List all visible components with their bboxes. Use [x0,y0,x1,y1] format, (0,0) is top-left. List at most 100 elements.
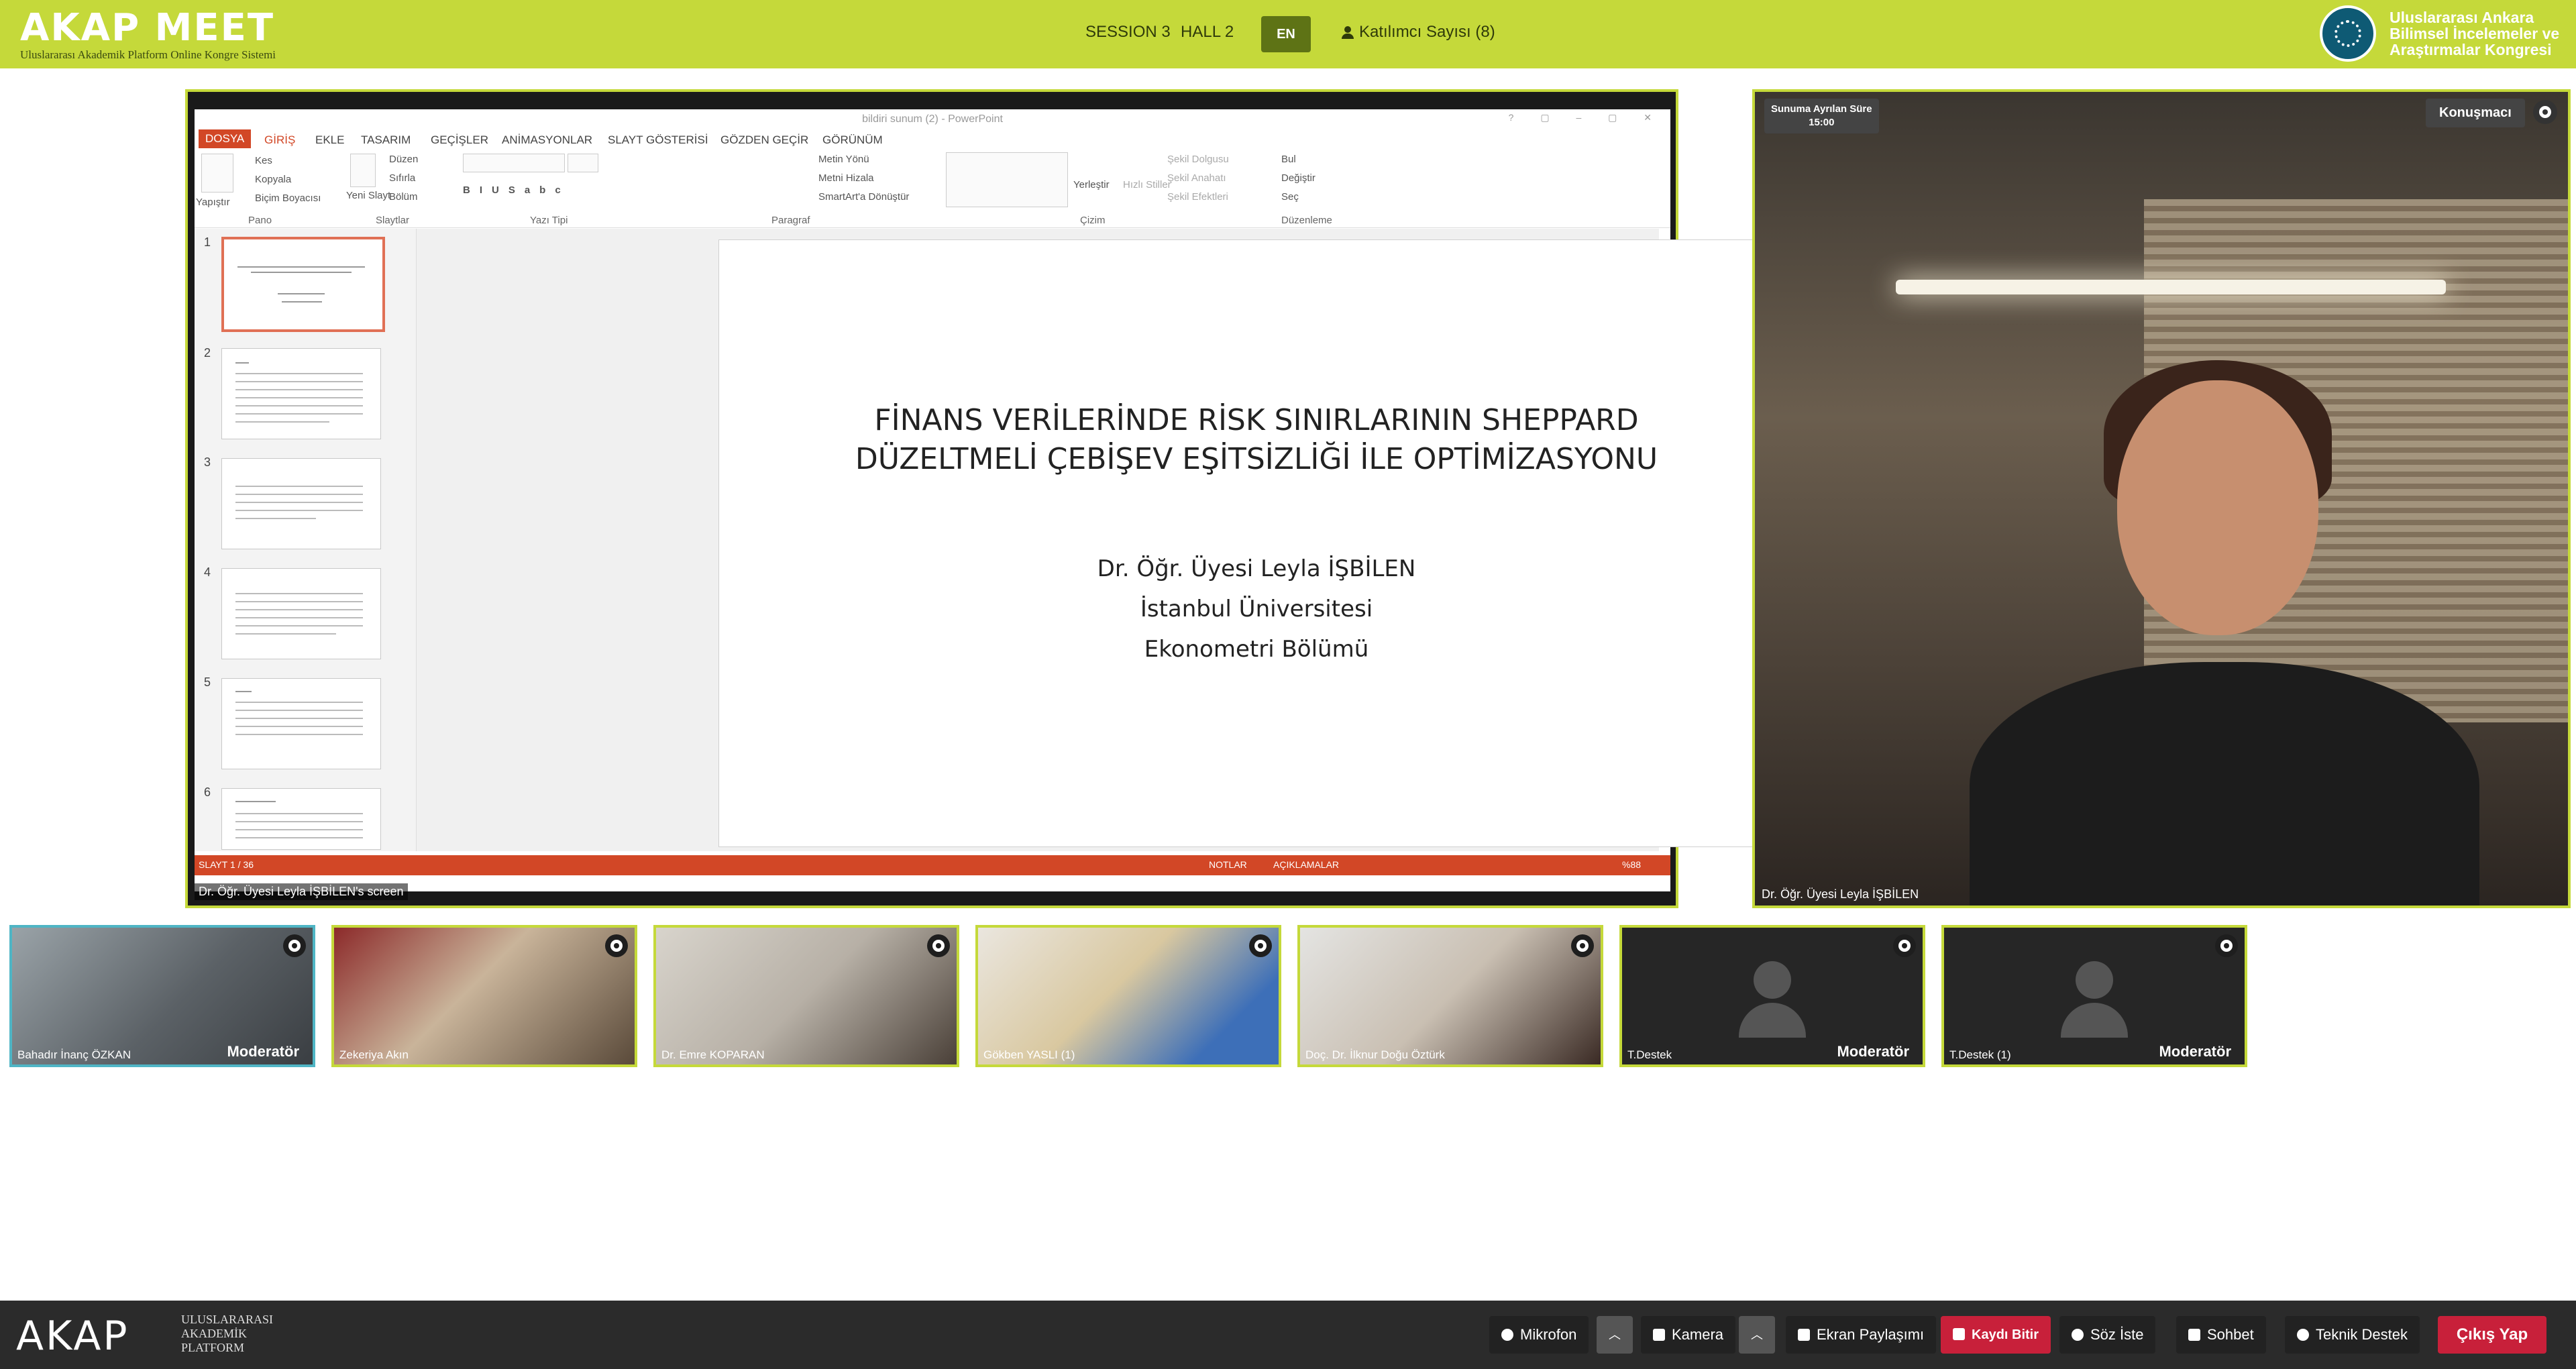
gear-icon[interactable] [283,934,306,957]
microphone-button[interactable]: Mikrofon [1489,1316,1589,1354]
tab-animations[interactable]: ANİMASYONLAR [502,133,592,147]
window-controls: ? ▢ – ▢ ✕ [1508,112,1664,123]
font-family-select[interactable] [463,154,565,172]
participant-name: Dr. Emre KOPARAN [661,1048,765,1061]
window-title: bildiri sunum (2) - PowerPoint [862,113,1003,125]
gear-icon[interactable] [1893,934,1916,957]
tab-view[interactable]: GÖRÜNÜM [822,133,883,147]
chat-button[interactable]: Sohbet [2176,1316,2266,1354]
slide-title: FİNANS VERİLERİNDE RİSK SINIRLARININ SHE… [855,403,1658,476]
align-text-button[interactable]: Metni Hizala [818,172,874,184]
cut-button[interactable]: Kes [255,155,272,166]
participant-tile[interactable]: T.Destek (1) Moderatör [1941,925,2247,1067]
timer-value: 15:00 [1809,117,1835,128]
slide-thumbnail[interactable] [221,348,381,439]
tab-insert[interactable]: EKLE [315,133,344,147]
tab-file[interactable]: DOSYA [199,129,252,148]
screen-share-label: Dr. Öğr. Üyesi Leyla İŞBİLEN's screen [195,883,408,900]
font-size-select[interactable] [568,154,598,172]
font-style-buttons[interactable]: BIUSabc [463,184,570,196]
copy-button[interactable]: Kopyala [255,174,291,185]
layout-button[interactable]: Düzen [389,154,418,165]
select-button[interactable]: Seç [1281,191,1299,203]
tab-review[interactable]: GÖZDEN GEÇİR [720,133,808,147]
format-painter-button[interactable]: Biçim Boyacısı [255,193,321,204]
gear-icon[interactable] [605,934,628,957]
gear-icon[interactable] [927,934,950,957]
powerpoint-window: bildiri sunum (2) - PowerPoint ? ▢ – ▢ ✕… [195,109,1794,891]
bottom-control-bar: AKAP ULUSLARARASI AKADEMİK PLATFORM Mikr… [0,1301,2576,1369]
participant-tile[interactable]: Zekeriya Akın [331,925,637,1067]
new-slide-button[interactable]: Yeni Slayt [346,190,390,201]
tab-design[interactable]: TASARIM [361,133,411,147]
quick-styles-button[interactable]: Hızlı Stiller [1123,179,1171,190]
gear-icon[interactable] [1571,934,1594,957]
current-slide[interactable]: FİNANS VERİLERİNDE RİSK SINIRLARININ SHE… [718,239,1794,847]
hall-label: HALL 2 [1181,23,1234,41]
exit-button[interactable]: Çıkış Yap [2438,1316,2546,1354]
ppt-status-bar: SLAYT 1 / 36 NOTLAR AÇIKLAMALAR %88 [195,855,1670,875]
gear-icon[interactable] [2533,100,2557,124]
shape-fill-button[interactable]: Şekil Dolgusu [1167,154,1229,165]
participant-tile[interactable]: Gökben YASLI (1) [975,925,1281,1067]
slide-thumbnail[interactable] [221,678,381,769]
akap-meet-logo: AKAP MEET Uluslararası Akademik Platform… [20,9,276,62]
smartart-button[interactable]: SmartArt'a Dönüştür [818,191,909,203]
congress-name-line1: Uluslararası Ankara [2390,9,2534,26]
section-button[interactable]: Bölüm [389,191,418,203]
participant-name: T.Destek (1) [1949,1048,2011,1061]
logo-subtitle: Uluslararası Akademik Platform Online Ko… [20,48,276,61]
reset-button[interactable]: Sıfırla [389,172,415,184]
arrange-button[interactable]: Yerleştir [1073,179,1110,190]
shape-outline-button[interactable]: Şekil Anahatı [1167,172,1226,184]
notes-button[interactable]: NOTLAR [1209,859,1247,870]
camera-options-button[interactable]: ︿ [1739,1316,1775,1354]
slide-thumbnails-pane: 1 2 3 4 5 6 [195,229,417,851]
stop-recording-button[interactable]: Kaydı Bitir [1941,1316,2051,1354]
gear-icon[interactable] [1249,934,1272,957]
slide-thumbnail[interactable] [221,788,381,850]
paste-button[interactable]: Yapıştır [196,197,230,208]
chat-icon [2188,1329,2200,1341]
screen-share-button[interactable]: Ekran Paylaşımı [1786,1316,1937,1354]
slide-thumbnail[interactable] [221,568,381,659]
slide-number: 5 [204,675,211,689]
text-direction-button[interactable]: Metin Yönü [818,154,869,165]
slide-university: İstanbul Üniversitesi [1140,596,1373,622]
slide-number: 4 [204,565,211,579]
participant-tile[interactable]: Dr. Emre KOPARAN [653,925,959,1067]
group-slides: Slaytlar [376,215,410,226]
camera-button[interactable]: Kamera [1641,1316,1736,1354]
tech-support-button[interactable]: Teknik Destek [2285,1316,2420,1354]
tab-home[interactable]: GİRİŞ [264,133,295,147]
replace-button[interactable]: Değiştir [1281,172,1316,184]
language-button[interactable]: EN [1261,16,1311,52]
akap-logo: AKAP [16,1313,129,1360]
slide-editing-area: FİNANS VERİLERİNDE RİSK SINIRLARININ SHE… [417,229,1794,851]
participant-tile[interactable]: T.Destek Moderatör [1619,925,1925,1067]
group-editing: Düzenleme [1281,215,1332,226]
microphone-icon [1501,1329,1513,1341]
zoom-level[interactable]: %88 [1622,859,1641,870]
raise-hand-button[interactable]: Söz İste [2059,1316,2156,1354]
participant-count-label: Katılımcı Sayısı (8) [1359,23,1495,41]
participant-name: Doç. Dr. İlknur Doğu Öztürk [1305,1048,1445,1061]
ribbon: Yapıştır Kes Kopyala Biçim Boyacısı Yeni… [195,150,1670,228]
tab-transitions[interactable]: GEÇİŞLER [431,133,488,147]
tab-slideshow[interactable]: SLAYT GÖSTERİSİ [608,133,708,147]
microphone-options-button[interactable]: ︿ [1597,1316,1633,1354]
slide-thumbnail[interactable] [221,458,381,549]
shape-effects-button[interactable]: Şekil Efektleri [1167,191,1228,203]
comments-button[interactable]: AÇIKLAMALAR [1273,859,1339,870]
group-paragraph: Paragraf [771,215,810,226]
new-slide-icon[interactable] [350,154,376,187]
participant-tile[interactable]: Bahadır İnanç ÖZKAN Moderatör [9,925,315,1067]
participant-tile[interactable]: Doç. Dr. İlknur Doğu Öztürk [1297,925,1603,1067]
paste-icon[interactable] [201,154,233,193]
shapes-gallery[interactable] [946,152,1068,207]
congress-name: Uluslararası Ankara Bilimsel İncelemeler… [2390,9,2559,58]
slide-thumbnail[interactable] [221,237,385,332]
gear-icon[interactable] [2215,934,2238,957]
participant-count[interactable]: Katılımcı Sayısı (8) [1342,23,1495,42]
find-button[interactable]: Bul [1281,154,1296,165]
